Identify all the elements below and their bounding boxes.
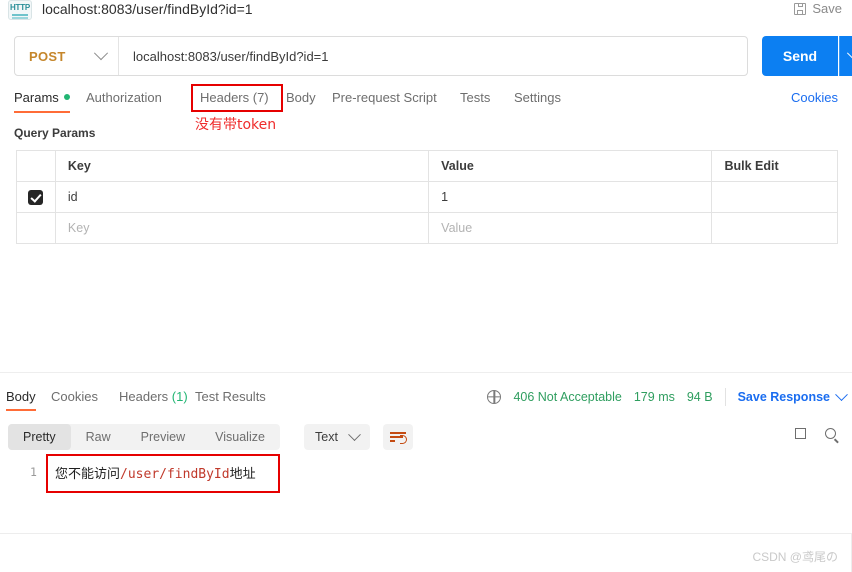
- bulk-edit-cell[interactable]: Bulk Edit: [712, 151, 837, 181]
- tab-settings[interactable]: Settings: [514, 88, 561, 108]
- chevron-down-icon: [835, 387, 848, 401]
- annotation-no-token: 没有带token: [195, 117, 277, 133]
- save-response-label: Save Response: [737, 390, 830, 404]
- table-row[interactable]: id 1: [17, 182, 837, 213]
- row-value-placeholder: Value: [441, 221, 473, 235]
- view-pretty-button[interactable]: Pretty: [8, 424, 71, 450]
- view-visualize-button[interactable]: Visualize: [200, 424, 280, 450]
- response-time: 179 ms: [633, 390, 675, 404]
- response-tab-headers[interactable]: Headers (1): [119, 388, 188, 406]
- response-format-selector[interactable]: Text: [304, 424, 370, 450]
- row-value-value: 1: [441, 190, 449, 204]
- row-key-cell[interactable]: id: [56, 182, 430, 212]
- response-body-toolbar: Pretty Raw Preview Visualize Text: [8, 424, 844, 450]
- view-raw-button[interactable]: Raw: [71, 424, 126, 450]
- send-button-label: Send: [782, 48, 818, 64]
- header-cell-value: Value: [429, 151, 713, 181]
- url-bar: POST Send: [14, 36, 852, 76]
- column-header-value: Value: [441, 159, 474, 173]
- chevron-down-icon: [348, 427, 361, 441]
- tab-body[interactable]: Body: [286, 88, 316, 108]
- response-body-viewer: 1 您不能访问/user/findById地址: [0, 458, 852, 518]
- http-icon-bar-1: [12, 14, 28, 16]
- copy-icon[interactable]: [795, 425, 809, 439]
- response-status-bar: 406 Not Acceptable 179 ms 94 B Save Resp…: [487, 387, 848, 406]
- wrap-icon-line-3: [390, 440, 395, 442]
- http-protocol-icon: HTTP: [8, 0, 32, 20]
- tab-header-bar: HTTP localhost:8083/user/findById?id=1 S…: [0, 0, 852, 24]
- table-header-row: Key Value Bulk Edit: [17, 151, 837, 182]
- response-text-prefix: 您不能访问: [55, 467, 121, 482]
- tab-tests[interactable]: Tests: [460, 88, 490, 108]
- row-checkbox-cell[interactable]: [17, 182, 56, 212]
- view-preview-button[interactable]: Preview: [126, 424, 200, 450]
- cookies-link[interactable]: Cookies: [791, 88, 838, 108]
- response-status-code: 406 Not Acceptable: [513, 390, 622, 404]
- row-value-cell-empty[interactable]: Value: [429, 213, 713, 243]
- save-button-label: Save: [812, 1, 842, 16]
- row-key-value: id: [67, 190, 78, 204]
- tab-authorization[interactable]: Authorization: [86, 88, 162, 108]
- http-badge-text: HTTP: [9, 3, 31, 12]
- wrap-icon-arrow: [400, 435, 407, 444]
- response-text-suffix: 地址: [229, 467, 256, 482]
- watermark: CSDN @鸢尾の: [752, 550, 838, 564]
- save-button[interactable]: Save: [794, 0, 842, 18]
- table-row-empty[interactable]: Key Value: [17, 213, 837, 244]
- http-method-label: POST: [29, 48, 66, 64]
- bulk-edit-button[interactable]: Bulk Edit: [724, 159, 778, 173]
- url-input[interactable]: [119, 37, 747, 75]
- request-tabs: Params Authorization Headers (7) Body Pr…: [14, 84, 838, 114]
- globe-icon: [487, 390, 502, 404]
- save-response-button[interactable]: Save Response: [724, 387, 848, 406]
- tab-pre-request-script[interactable]: Pre-request Script: [332, 88, 437, 108]
- response-view-switcher: Pretty Raw Preview Visualize: [8, 424, 280, 450]
- column-header-key: Key: [67, 159, 91, 173]
- response-size: 94 B: [686, 390, 713, 404]
- send-options-button[interactable]: [839, 36, 852, 76]
- response-headers-count: (1): [171, 389, 188, 404]
- search-icon[interactable]: [825, 428, 836, 439]
- tab-params-label: Params: [14, 90, 59, 105]
- line-number: 1: [30, 465, 37, 479]
- url-input-group: POST: [14, 36, 748, 76]
- response-tab-body[interactable]: Body: [6, 388, 36, 411]
- send-button[interactable]: Send: [762, 36, 838, 76]
- row-checkbox-checked[interactable]: [28, 189, 44, 205]
- response-body-text: 您不能访问/user/findById地址: [55, 463, 256, 482]
- word-wrap-toggle-button[interactable]: [383, 424, 413, 450]
- tab-headers[interactable]: Headers (7): [200, 88, 269, 108]
- chevron-down-icon: [846, 46, 852, 61]
- request-tab-title[interactable]: localhost:8083/user/findById?id=1: [42, 0, 253, 18]
- chevron-down-icon: [93, 46, 109, 61]
- row-value-cell[interactable]: 1: [429, 182, 713, 212]
- query-params-table: Key Value Bulk Edit id 1 Key Value: [16, 150, 838, 244]
- header-cell-check: [17, 151, 56, 181]
- response-format-label: Text: [315, 430, 338, 444]
- header-cell-key: Key: [56, 151, 430, 181]
- http-icon-bar-2: [12, 17, 28, 19]
- params-indicator-dot: [63, 94, 70, 100]
- save-icon: [794, 3, 807, 15]
- response-text-path: /user/findById: [120, 467, 230, 482]
- row-checkbox-cell-empty[interactable]: [17, 213, 56, 243]
- tab-params[interactable]: Params: [14, 88, 70, 113]
- bottom-separator: [0, 533, 852, 534]
- row-desc-cell[interactable]: [712, 182, 837, 212]
- response-tab-test-results[interactable]: Test Results: [195, 388, 266, 406]
- response-tab-headers-label: Headers: [119, 389, 169, 404]
- response-divider: [0, 372, 852, 373]
- response-tab-cookies[interactable]: Cookies: [51, 388, 98, 406]
- query-params-label: Query Params: [14, 126, 96, 140]
- http-method-selector[interactable]: POST: [15, 37, 119, 75]
- row-key-cell-empty[interactable]: Key: [56, 213, 430, 243]
- row-desc-cell-empty[interactable]: [712, 213, 837, 243]
- wrap-icon-line-1: [390, 432, 406, 434]
- row-key-placeholder: Key: [67, 221, 90, 235]
